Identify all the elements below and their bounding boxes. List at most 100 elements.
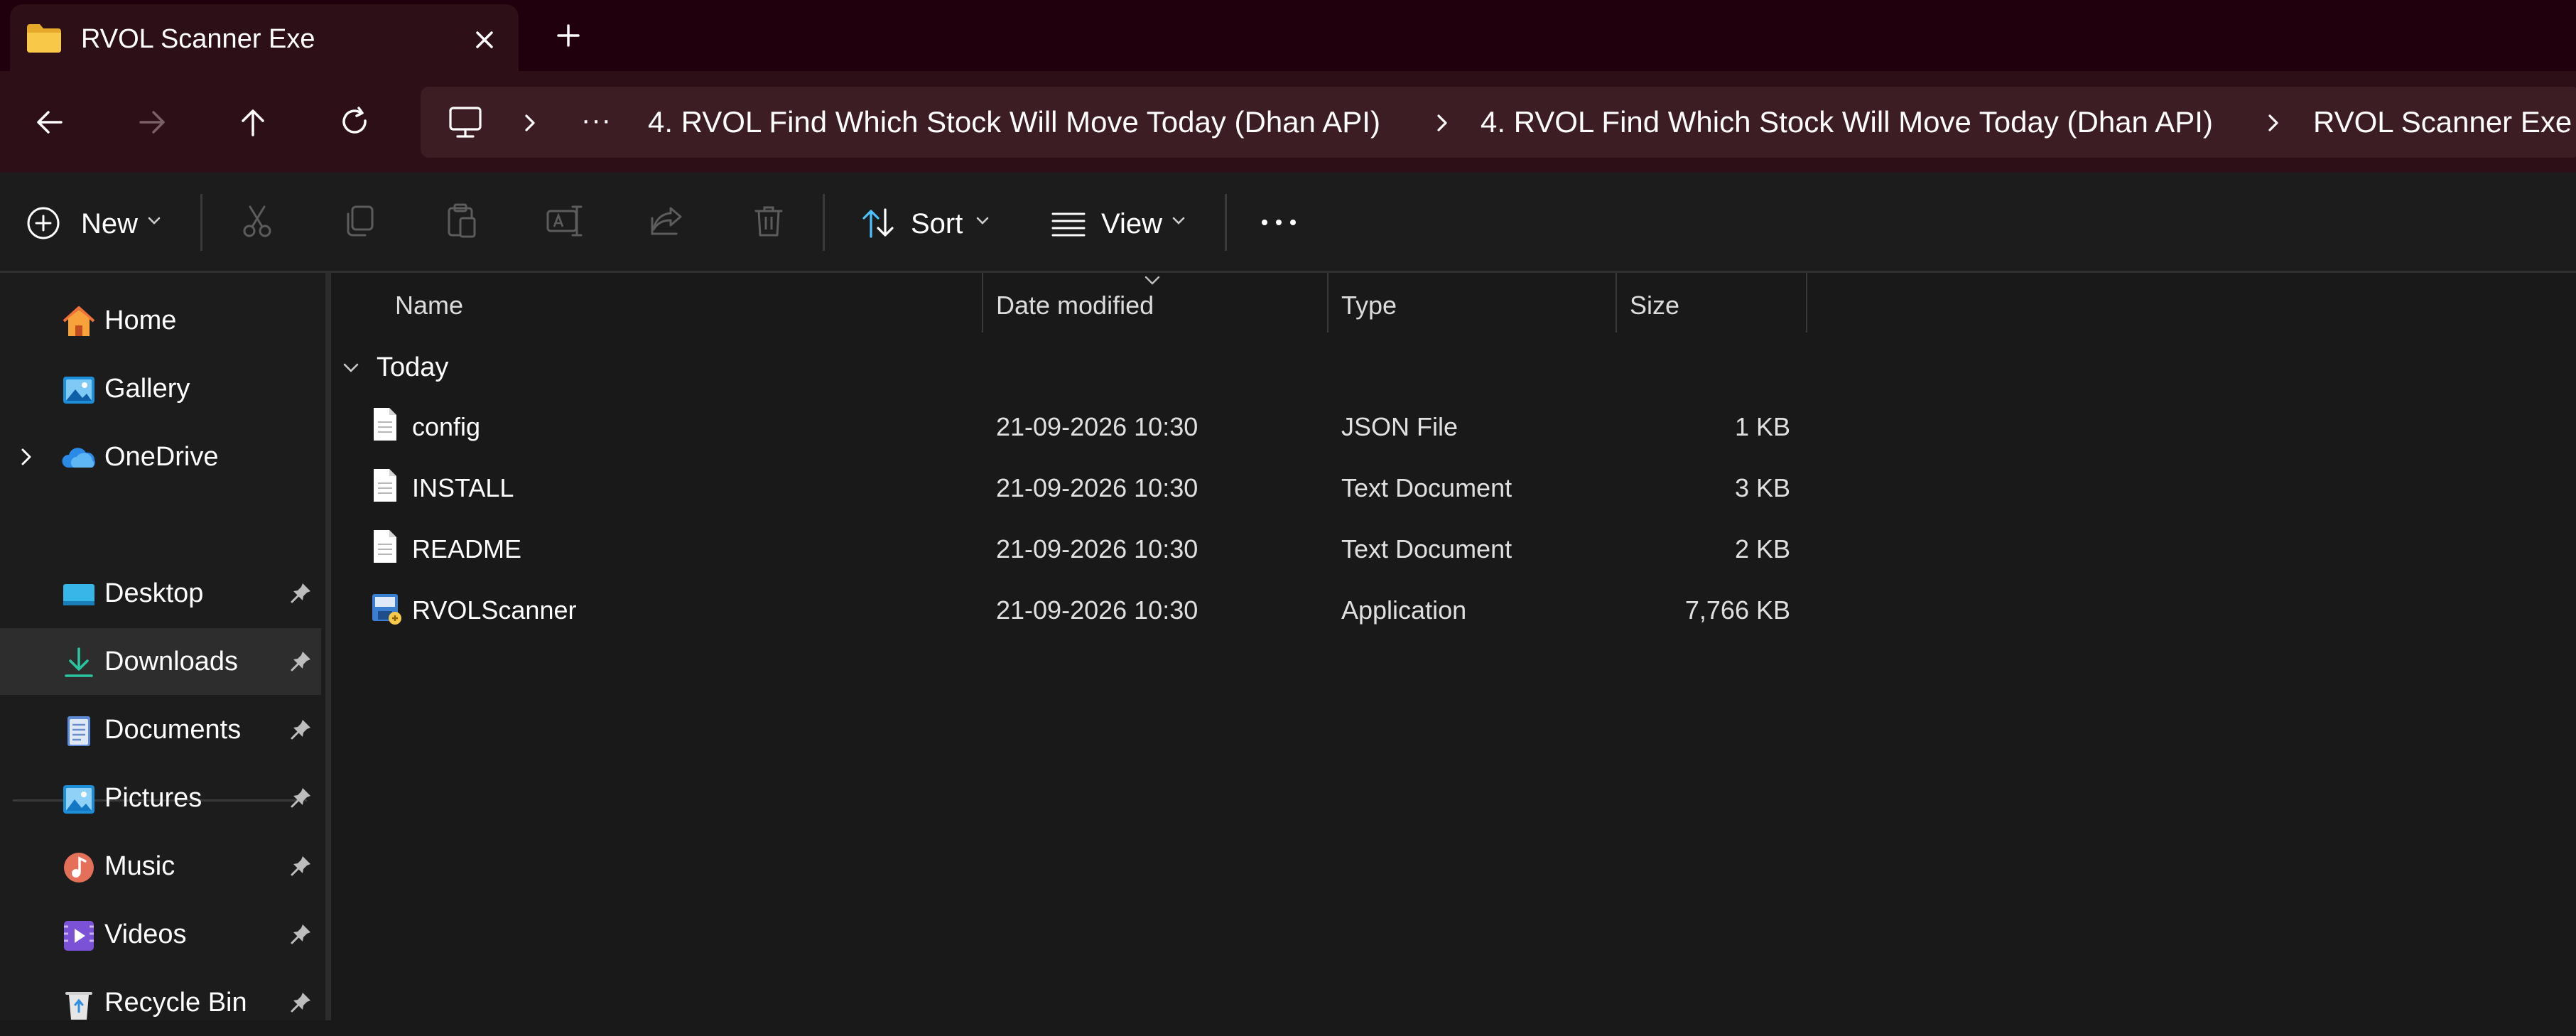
chevron-down-icon (1171, 214, 1186, 228)
breadcrumb-item[interactable]: 4. RVOL Find Which Stock Will Move Today… (648, 104, 1380, 141)
view-button[interactable]: View (1050, 201, 1192, 244)
delete-icon[interactable] (749, 201, 789, 244)
column-resize-handle[interactable] (1327, 273, 1328, 333)
sort-descending-caret-icon (1142, 274, 1162, 287)
up-arrow-icon[interactable] (233, 102, 273, 142)
file-size: 7,766 KB (1684, 595, 1790, 625)
chevron-down-icon (975, 214, 990, 228)
expand-chevron-icon[interactable] (17, 446, 36, 468)
pin-icon[interactable] (290, 854, 313, 877)
share-icon[interactable] (646, 201, 686, 244)
back-arrow-icon[interactable] (30, 102, 70, 142)
paste-icon[interactable] (442, 201, 482, 244)
sort-button[interactable]: Sort (860, 201, 995, 244)
file-name: README (412, 534, 522, 563)
sidebar-item-documents[interactable]: Documents (0, 696, 321, 763)
this-pc-icon[interactable] (448, 105, 483, 139)
sidebar-item-recycle-bin[interactable]: Recycle Bin (0, 969, 321, 1036)
file-date: 21-09-2026 10:30 (996, 534, 1198, 563)
toolbar-divider (1225, 194, 1227, 251)
column-header-size[interactable]: Size (1630, 290, 1679, 321)
sidebar-item-home[interactable]: Home (0, 287, 321, 354)
chevron-right-icon[interactable] (2263, 112, 2283, 134)
chevron-down-icon (146, 214, 162, 228)
videos-icon (61, 918, 97, 954)
folder-icon (26, 23, 63, 54)
chevron-right-icon[interactable] (1432, 112, 1452, 134)
gallery-icon (61, 372, 97, 408)
downloads-icon (61, 645, 97, 681)
file-icon (369, 468, 401, 503)
sidebar-item-label: Desktop (104, 578, 204, 608)
sidebar-item-pictures[interactable]: Pictures (0, 765, 321, 831)
pin-icon[interactable] (290, 649, 313, 672)
sidebar-item-label: Music (104, 851, 175, 881)
pin-icon[interactable] (290, 581, 313, 604)
navigation-bar: ··· 4. RVOL Find Which Stock Will Move T… (0, 71, 2576, 173)
tab-title: RVOL Scanner Exe (81, 24, 315, 54)
new-button[interactable]: New (26, 201, 168, 244)
pin-icon[interactable] (290, 718, 313, 740)
title-bar: RVOL Scanner Exe (0, 0, 2576, 71)
view-label: View (1101, 208, 1162, 239)
file-type: Application (1341, 595, 1467, 625)
sort-label: Sort (911, 208, 963, 239)
breadcrumb-current[interactable]: RVOL Scanner Exe (2313, 104, 2572, 141)
sidebar-item-downloads[interactable]: Downloads (0, 628, 321, 695)
sidebar-item-label: Downloads (104, 647, 238, 676)
column-resize-handle[interactable] (1806, 273, 1807, 333)
documents-icon (61, 713, 97, 749)
file-list: Name Date modified Type Size Today confi… (331, 273, 2576, 1020)
chevron-down-icon[interactable] (341, 360, 361, 377)
column-header-date-modified[interactable]: Date modified (996, 290, 1154, 321)
toolbar-divider (200, 194, 202, 251)
sort-arrows-icon (860, 205, 897, 241)
sidebar-item-label: Gallery (104, 374, 190, 404)
new-tab-plus-icon[interactable] (547, 14, 590, 57)
file-row-install[interactable]: INSTALL 21-09-2026 10:30 Text Document 3… (331, 459, 1809, 520)
navigation-pane: Home Gallery OneDrive Desktop Downloads (0, 273, 325, 1020)
group-label: Today (377, 352, 449, 382)
pictures-icon (61, 782, 97, 817)
column-resize-handle[interactable] (1616, 273, 1617, 333)
file-size: 2 KB (1734, 534, 1790, 563)
navigation-pane-scrollbar[interactable] (325, 273, 331, 1020)
sidebar-item-music[interactable]: Music (0, 833, 321, 900)
file-date: 21-09-2026 10:30 (996, 595, 1198, 625)
copy-icon[interactable] (340, 201, 379, 244)
chevron-right-icon[interactable] (520, 112, 540, 134)
application-icon (369, 590, 404, 625)
tab-rvol-scanner-exe[interactable]: RVOL Scanner Exe (10, 4, 519, 71)
breadcrumb-overflow-icon[interactable]: ··· (581, 106, 612, 134)
pin-icon[interactable] (290, 786, 313, 809)
music-icon (61, 850, 97, 885)
column-header-type[interactable]: Type (1341, 290, 1397, 321)
file-icon (369, 406, 401, 442)
close-tab-icon[interactable] (465, 20, 504, 60)
sidebar-item-onedrive[interactable]: OneDrive (0, 423, 321, 490)
column-header-name[interactable]: Name (395, 290, 463, 321)
file-row-rvolscanner[interactable]: RVOLScanner 21-09-2026 10:30 Application… (331, 581, 1809, 642)
forward-arrow-icon[interactable] (132, 102, 172, 142)
address-bar[interactable]: ··· 4. RVOL Find Which Stock Will Move T… (421, 87, 2576, 158)
rename-icon[interactable] (544, 201, 584, 244)
cut-icon[interactable] (237, 201, 277, 244)
pin-icon[interactable] (290, 922, 313, 945)
file-name: config (412, 412, 481, 441)
column-resize-handle[interactable] (982, 273, 983, 333)
refresh-icon[interactable] (335, 102, 375, 142)
file-date: 21-09-2026 10:30 (996, 412, 1198, 441)
file-type: Text Document (1341, 534, 1512, 563)
sidebar-item-gallery[interactable]: Gallery (0, 355, 321, 422)
breadcrumb-item[interactable]: 4. RVOL Find Which Stock Will Move Today… (1481, 104, 2213, 141)
file-type: Text Document (1341, 473, 1512, 502)
file-row-readme[interactable]: README 21-09-2026 10:30 Text Document 2 … (331, 520, 1809, 581)
more-options-icon[interactable] (1257, 201, 1300, 244)
sidebar-item-desktop[interactable]: Desktop (0, 560, 321, 627)
sidebar-item-videos[interactable]: Videos (0, 901, 321, 968)
file-icon (369, 529, 401, 564)
view-lines-icon (1050, 205, 1087, 241)
pin-icon[interactable] (290, 991, 313, 1013)
file-row-config[interactable]: config 21-09-2026 10:30 JSON File 1 KB (331, 398, 1809, 459)
home-icon (61, 304, 97, 340)
